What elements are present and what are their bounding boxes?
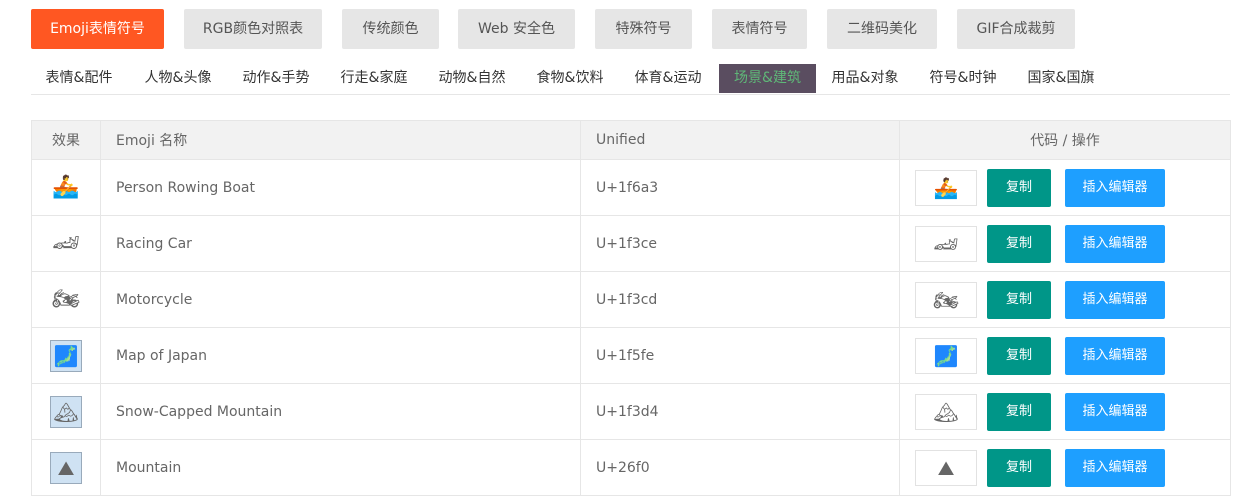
nav-rgb-table-button[interactable]: RGB颜色对照表 (184, 9, 322, 49)
tab-objects[interactable]: 用品&对象 (818, 64, 912, 93)
emoji-code-box[interactable]: ⛰ (915, 449, 977, 486)
insert-editor-button[interactable]: 插入编辑器 (1065, 280, 1165, 319)
tab-gestures[interactable]: 动作&手势 (229, 64, 323, 93)
emoji-effect-image: ⛰ (50, 451, 82, 484)
emoji-unified: U+1f6a3 (580, 159, 900, 216)
row-actions: 🚣 复制 插入编辑器 (900, 168, 1230, 207)
table-row: ⛰ Mountain U+26f0 ⛰ 复制 插入编辑器 (31, 439, 1231, 496)
nav-special-symbols-button[interactable]: 特殊符号 (595, 9, 692, 49)
emoji-name: Person Rowing Boat (100, 159, 581, 216)
emoji-code-box[interactable]: 🚣 (915, 169, 977, 206)
row-actions: ⛰ 复制 插入编辑器 (900, 448, 1230, 487)
header-code: 代码 / 操作 (899, 120, 1231, 160)
row-actions: 🗾 复制 插入编辑器 (900, 336, 1230, 375)
emoji-unified: U+1f5fe (580, 327, 900, 384)
emoji-unified: U+26f0 (580, 439, 900, 496)
emoji-effect-image: 🏎 (52, 230, 80, 256)
header-unified: Unified (580, 120, 900, 160)
table-row: 🏎 Racing Car U+1f3ce 🏎 复制 插入编辑器 (31, 215, 1231, 272)
tab-sports[interactable]: 体育&运动 (621, 64, 715, 93)
copy-button[interactable]: 复制 (987, 280, 1051, 319)
emoji-page: Emoji表情符号 RGB颜色对照表 传统颜色 Web 安全色 特殊符号 表情符… (0, 0, 1234, 498)
table-row: 🏔 Snow-Capped Mountain U+1f3d4 🏔 复制 插入编辑… (31, 383, 1231, 440)
nav-web-safe-colors-button[interactable]: Web 安全色 (458, 9, 575, 49)
emoji-unified: U+1f3d4 (580, 383, 900, 440)
emoji-effect-image: 🗾 (50, 339, 82, 372)
emoji-unified: U+1f3cd (580, 271, 900, 328)
insert-editor-button[interactable]: 插入编辑器 (1065, 336, 1165, 375)
nav-emoticons-button[interactable]: 表情符号 (712, 9, 807, 49)
emoji-code-box[interactable]: 🏎 (915, 225, 977, 262)
table-header-row: 效果 Emoji 名称 Unified 代码 / 操作 (31, 120, 1231, 160)
emoji-code-box[interactable]: 🏔 (915, 393, 977, 430)
nav-qrcode-button[interactable]: 二维码美化 (827, 9, 937, 49)
table-row: 🚣 Person Rowing Boat U+1f6a3 🚣 复制 插入编辑器 (31, 159, 1231, 216)
table-row: 🗾 Map of Japan U+1f5fe 🗾 复制 插入编辑器 (31, 327, 1231, 384)
insert-editor-button[interactable]: 插入编辑器 (1065, 168, 1165, 207)
copy-button[interactable]: 复制 (987, 448, 1051, 487)
tab-animals[interactable]: 动物&自然 (425, 64, 519, 93)
emoji-name: Racing Car (100, 215, 581, 272)
tab-places[interactable]: 场景&建筑 (719, 64, 816, 93)
emoji-name: Map of Japan (100, 327, 581, 384)
tab-symbols[interactable]: 符号&时钟 (916, 64, 1010, 93)
emoji-effect-image: 🚣 (52, 174, 80, 200)
header-name: Emoji 名称 (100, 120, 581, 160)
nav-gif-button[interactable]: GIF合成裁剪 (957, 9, 1075, 49)
tab-faces[interactable]: 表情&配件 (31, 64, 127, 93)
tab-people[interactable]: 人物&头像 (131, 64, 225, 93)
insert-editor-button[interactable]: 插入编辑器 (1065, 392, 1165, 431)
tab-food[interactable]: 食物&饮料 (523, 64, 617, 93)
insert-editor-button[interactable]: 插入编辑器 (1065, 448, 1165, 487)
nav-traditional-colors-button[interactable]: 传统颜色 (342, 9, 439, 49)
insert-editor-button[interactable]: 插入编辑器 (1065, 224, 1165, 263)
emoji-code-box[interactable]: 🗾 (915, 337, 977, 374)
tab-walking-family[interactable]: 行走&家庭 (327, 64, 421, 93)
emoji-name: Mountain (100, 439, 581, 496)
table-row: 🏍 Motorcycle U+1f3cd 🏍 复制 插入编辑器 (31, 271, 1231, 328)
emoji-effect-image: 🏍 (52, 286, 80, 312)
row-actions: 🏎 复制 插入编辑器 (900, 224, 1230, 263)
row-actions: 🏔 复制 插入编辑器 (900, 392, 1230, 431)
emoji-code-box[interactable]: 🏍 (915, 281, 977, 318)
emoji-effect-image: 🏔 (50, 395, 82, 428)
copy-button[interactable]: 复制 (987, 168, 1051, 207)
category-tabs: 表情&配件 人物&头像 动作&手势 行走&家庭 动物&自然 食物&饮料 体育&运… (31, 64, 1230, 95)
header-effect: 效果 (31, 120, 101, 160)
row-actions: 🏍 复制 插入编辑器 (900, 280, 1230, 319)
emoji-unified: U+1f3ce (580, 215, 900, 272)
nav-emoji-button[interactable]: Emoji表情符号 (31, 9, 164, 49)
emoji-name: Snow-Capped Mountain (100, 383, 581, 440)
tab-flags[interactable]: 国家&国旗 (1014, 64, 1108, 93)
emoji-name: Motorcycle (100, 271, 581, 328)
copy-button[interactable]: 复制 (987, 224, 1051, 263)
copy-button[interactable]: 复制 (987, 392, 1051, 431)
emoji-table: 效果 Emoji 名称 Unified 代码 / 操作 🚣 Person Row… (31, 120, 1231, 496)
copy-button[interactable]: 复制 (987, 336, 1051, 375)
